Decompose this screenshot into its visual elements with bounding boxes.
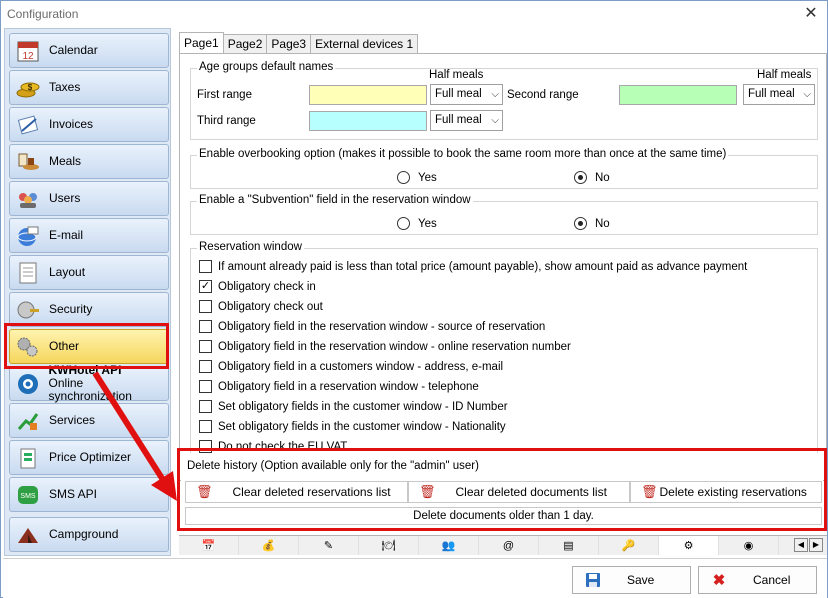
configuration-window: Configuration ✕ 12 Calendar $ Taxes Invo… <box>0 0 828 598</box>
highlight-arrow-icon <box>92 371 177 501</box>
